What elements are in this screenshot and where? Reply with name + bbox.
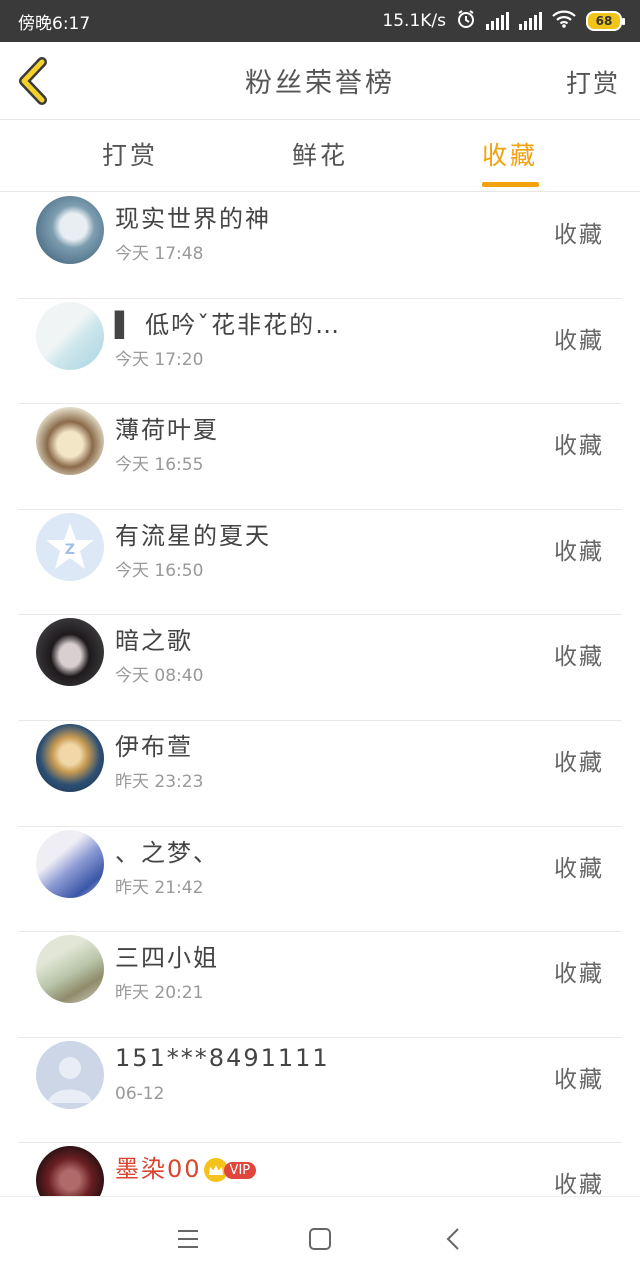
avatar: Z (36, 512, 104, 581)
user-name: 有流星的夏天 (115, 521, 271, 550)
avatar (36, 301, 104, 370)
home-icon (309, 1228, 331, 1250)
action-type: 收藏 (554, 538, 604, 565)
list-item[interactable]: 151***8491111 06-12 收藏 (18, 1038, 622, 1144)
list-item[interactable]: 三四小姐 昨天 20:21 收藏 (18, 932, 622, 1038)
avatar (36, 1146, 104, 1196)
qq-star-icon: Z (46, 522, 94, 569)
tab-flowers[interactable]: 鲜花 (260, 136, 380, 172)
vip-badge: VIP (223, 1161, 257, 1179)
menu-button[interactable] (170, 1221, 206, 1257)
user-name: 暗之歌 (115, 627, 193, 656)
action-type: 收藏 (554, 1066, 604, 1093)
list-item[interactable]: 墨染00 VIP 收藏 (18, 1143, 622, 1196)
avatar (36, 935, 104, 1004)
action-type: 收藏 (554, 433, 604, 460)
user-name: 墨染00 VIP (115, 1149, 257, 1184)
page-title: 粉丝荣誉榜 (245, 68, 395, 99)
timestamp: 今天 17:48 (115, 244, 204, 264)
user-name: 三四小姐 (115, 944, 219, 973)
avatar (36, 196, 104, 264)
timestamp: 昨天 23:23 (115, 771, 204, 792)
user-name: 151***8491111 (115, 1043, 330, 1072)
list-item[interactable]: 伊布萱 昨天 23:23 收藏 (18, 721, 622, 827)
user-name: 薄荷叶夏 (115, 416, 219, 445)
tab-indicator (482, 182, 539, 187)
list-item[interactable]: ▌ 低吟ˇ花非花的… 今天 17:20 收藏 (18, 299, 622, 405)
fan-list: 现实世界的神 今天 17:48 收藏 ▌ 低吟ˇ花非花的… 今天 17:20 收… (0, 193, 640, 1196)
status-time: 傍晚6:17 (18, 13, 91, 34)
avatar (36, 407, 104, 476)
battery-icon: 68 (586, 11, 625, 31)
timestamp: 昨天 20:21 (115, 983, 204, 1004)
alarm-icon (456, 9, 476, 34)
reward-button[interactable]: 打赏 (566, 64, 620, 100)
action-type: 收藏 (554, 855, 604, 882)
back-icon (446, 1228, 459, 1250)
net-speed: 15.1K/s (382, 11, 446, 31)
tab-bar: 打赏 鲜花 收藏 (0, 120, 640, 192)
default-user-icon (48, 1056, 92, 1103)
list-item[interactable]: 薄荷叶夏 今天 16:55 收藏 (18, 404, 622, 510)
avatar (36, 829, 104, 898)
timestamp: 今天 16:50 (115, 560, 204, 581)
timestamp: 今天 16:55 (115, 455, 204, 476)
status-bar: 傍晚6:17 15.1K/s 68 (0, 0, 640, 42)
nav-back-button[interactable] (436, 1221, 472, 1257)
action-type: 收藏 (554, 749, 604, 776)
wifi-icon (552, 10, 576, 33)
back-button[interactable] (14, 56, 54, 106)
signal-icon (486, 12, 509, 30)
list-item[interactable]: 暗之歌 今天 08:40 收藏 (18, 615, 622, 721)
user-name: 、之梦、 (115, 838, 219, 867)
timestamp: 昨天 21:42 (115, 877, 204, 898)
action-type: 收藏 (554, 222, 604, 248)
svg-text:Z: Z (65, 542, 75, 558)
user-name-text: 墨染00 (115, 1155, 202, 1184)
timestamp: 06-12 (115, 1083, 165, 1104)
home-button[interactable] (302, 1221, 338, 1257)
system-nav-bar (0, 1196, 640, 1280)
status-icons: 15.1K/s 68 (382, 9, 625, 34)
action-type: 收藏 (554, 644, 604, 671)
menu-icon (178, 1230, 198, 1248)
action-type: 收藏 (554, 961, 604, 988)
list-item[interactable]: 、之梦、 昨天 21:42 收藏 (18, 827, 622, 933)
user-name: 伊布萱 (115, 732, 193, 761)
action-type: 收藏 (554, 327, 604, 354)
chevron-left-icon (19, 57, 47, 105)
list-item[interactable]: 现实世界的神 今天 17:48 收藏 (18, 193, 622, 299)
user-name: ▌ 低吟ˇ花非花的… (115, 310, 342, 339)
list-item[interactable]: Z 有流星的夏天 今天 16:50 收藏 (18, 510, 622, 616)
user-name: 现实世界的神 (115, 205, 271, 233)
timestamp: 今天 08:40 (115, 666, 204, 687)
avatar (36, 723, 104, 792)
signal-icon (519, 12, 542, 30)
avatar (36, 618, 104, 687)
action-type: 收藏 (554, 1172, 604, 1196)
tab-reward[interactable]: 打赏 (70, 136, 190, 172)
avatar (36, 1040, 104, 1109)
header: 粉丝荣誉榜 打赏 (0, 42, 640, 120)
timestamp: 今天 17:20 (115, 349, 204, 370)
tab-favorites[interactable]: 收藏 (450, 136, 570, 172)
